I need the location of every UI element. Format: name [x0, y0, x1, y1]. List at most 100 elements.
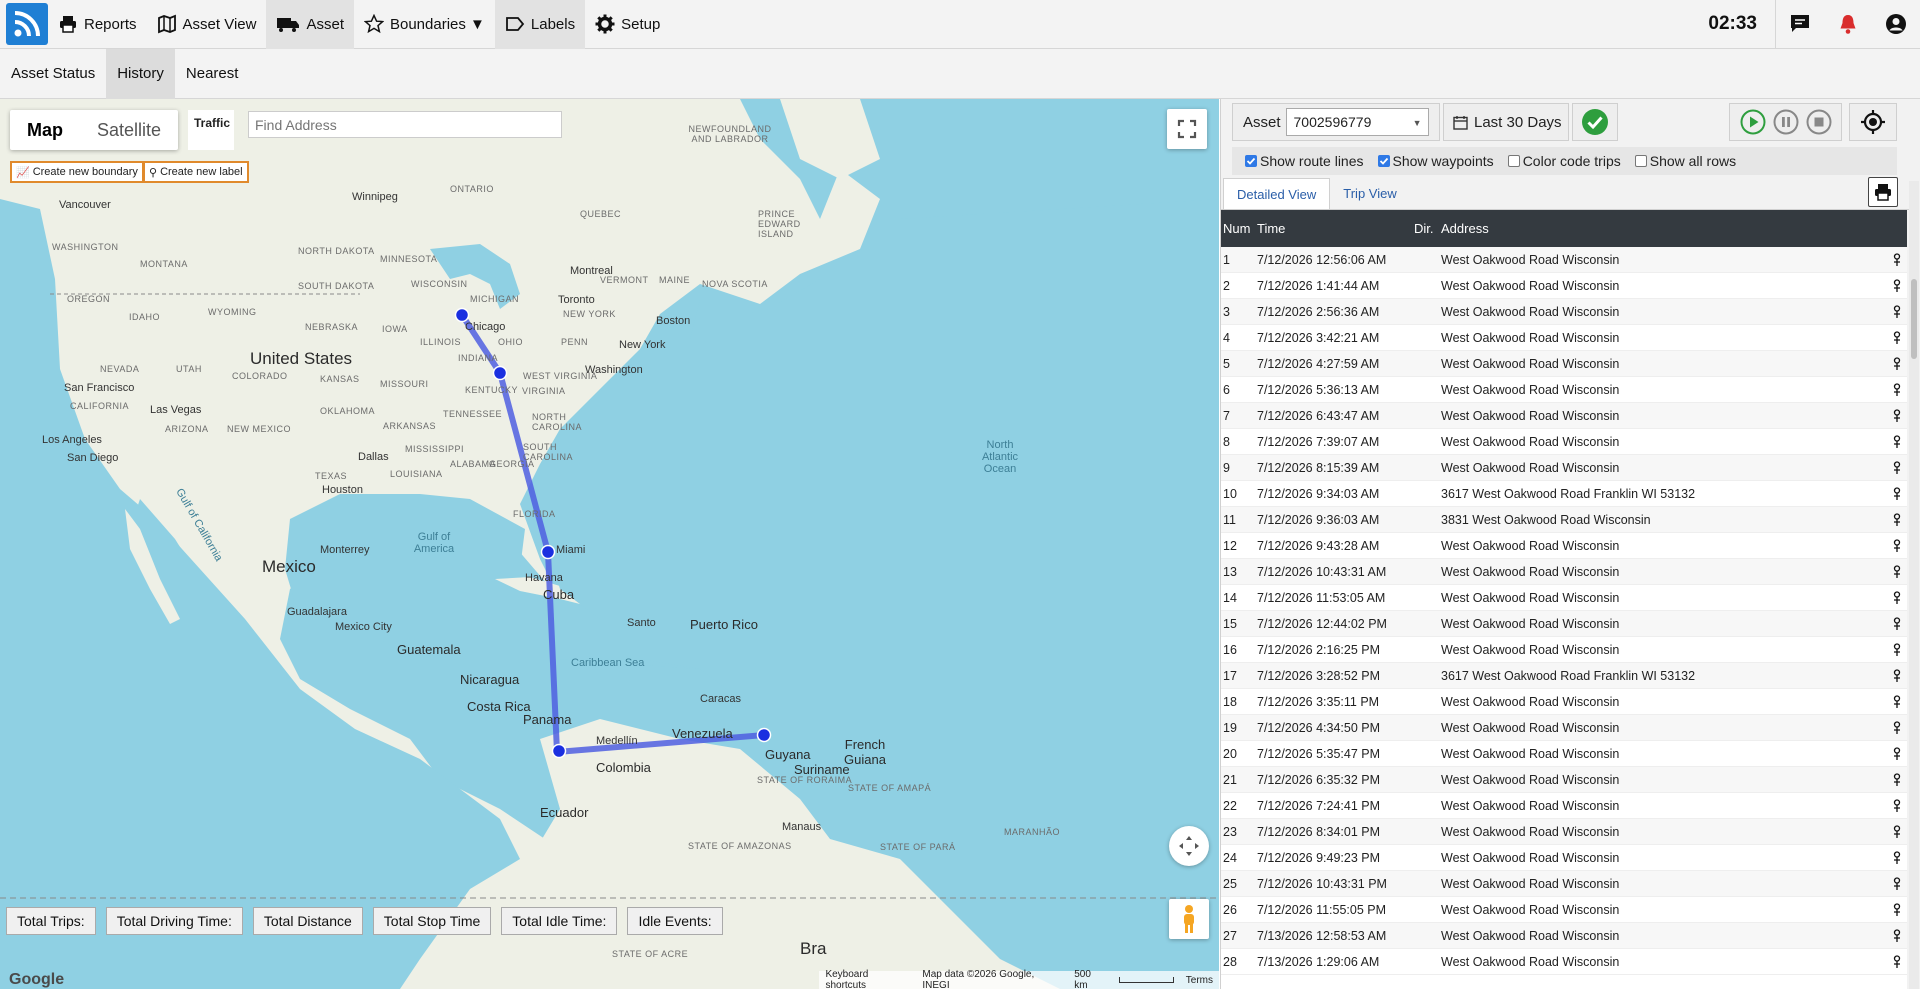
table-row[interactable]: 18 7/12/2026 3:35:11 PM West Oakwood Road …: [1221, 689, 1907, 715]
table-row[interactable]: 11 7/12/2026 9:36:03 AM 3831 West Oakwood …: [1221, 507, 1907, 533]
table-row[interactable]: 2 7/12/2026 1:41:44 AM West Oakwood Road W…: [1221, 273, 1907, 299]
col-dir[interactable]: Dir.: [1414, 221, 1441, 236]
nav-reports[interactable]: Reports: [48, 0, 147, 49]
label-pin-icon[interactable]: [1887, 876, 1907, 891]
table-row[interactable]: 5 7/12/2026 4:27:59 AM West Oakwood Road W…: [1221, 351, 1907, 377]
label-pin-icon[interactable]: [1887, 252, 1907, 267]
map-type-map-button[interactable]: Map: [10, 110, 80, 150]
color-code-trips-checkbox[interactable]: Color code trips: [1507, 153, 1621, 169]
scrollbar-thumb[interactable]: [1911, 279, 1917, 359]
table-row[interactable]: 3 7/12/2026 2:56:36 AM West Oakwood Road W…: [1221, 299, 1907, 325]
label-pin-icon[interactable]: [1887, 512, 1907, 527]
table-row[interactable]: 16 7/12/2026 2:16:25 PM West Oakwood Road …: [1221, 637, 1907, 663]
label-pin-icon[interactable]: [1887, 746, 1907, 761]
col-address[interactable]: Address: [1441, 221, 1887, 236]
label-pin-icon[interactable]: [1887, 538, 1907, 553]
waypoint-marker[interactable]: [540, 544, 556, 560]
nav-labels[interactable]: Labels: [494, 0, 586, 49]
table-row[interactable]: 25 7/12/2026 10:43:31 PM West Oakwood Road…: [1221, 871, 1907, 897]
table-row[interactable]: 22 7/12/2026 7:24:41 PM West Oakwood Road …: [1221, 793, 1907, 819]
col-num[interactable]: Num: [1221, 221, 1257, 236]
table-row[interactable]: 7 7/12/2026 6:43:47 AM West Oakwood Road W…: [1221, 403, 1907, 429]
label-pin-icon[interactable]: [1887, 616, 1907, 631]
table-scrollbar[interactable]: [1909, 181, 1919, 989]
table-row[interactable]: 19 7/12/2026 4:34:50 PM West Oakwood Road …: [1221, 715, 1907, 741]
tab-nearest[interactable]: Nearest: [175, 49, 250, 99]
date-range-button[interactable]: Last 30 Days: [1443, 103, 1569, 141]
table-row[interactable]: 28 7/13/2026 1:29:06 AM West Oakwood Road …: [1221, 949, 1907, 975]
tab-detailed-view[interactable]: Detailed View: [1223, 178, 1331, 209]
label-pin-icon[interactable]: [1887, 382, 1907, 397]
label-pin-icon[interactable]: [1887, 304, 1907, 319]
nav-setup[interactable]: Setup: [585, 0, 670, 49]
label-pin-icon[interactable]: [1887, 902, 1907, 917]
label-pin-icon[interactable]: [1887, 824, 1907, 839]
find-address-input[interactable]: [248, 111, 562, 138]
table-row[interactable]: 8 7/12/2026 7:39:07 AM West Oakwood Road W…: [1221, 429, 1907, 455]
tab-asset-status[interactable]: Asset Status: [0, 49, 106, 99]
label-pin-icon[interactable]: [1887, 460, 1907, 475]
waypoint-marker[interactable]: [756, 727, 772, 743]
locate-button[interactable]: [1849, 103, 1897, 141]
show-waypoints-checkbox[interactable]: Show waypoints: [1377, 153, 1494, 169]
nav-asset-view[interactable]: Asset View: [147, 0, 267, 49]
label-pin-icon[interactable]: [1887, 720, 1907, 735]
tab-history[interactable]: History: [106, 48, 175, 99]
show-all-rows-checkbox[interactable]: Show all rows: [1634, 153, 1736, 169]
terms-link[interactable]: Terms: [1186, 975, 1213, 986]
messages-button[interactable]: [1776, 0, 1824, 49]
app-logo[interactable]: [6, 3, 48, 45]
street-view-pegman[interactable]: [1169, 899, 1209, 939]
traffic-toggle[interactable]: Traffic: [188, 110, 234, 150]
nav-asset[interactable]: Asset: [266, 0, 354, 49]
label-pin-icon[interactable]: [1887, 486, 1907, 501]
label-pin-icon[interactable]: [1887, 928, 1907, 943]
label-pin-icon[interactable]: [1887, 642, 1907, 657]
create-boundary-button[interactable]: 📈 Create new boundary: [10, 161, 144, 183]
table-row[interactable]: 14 7/12/2026 11:53:05 AM West Oakwood Road…: [1221, 585, 1907, 611]
table-row[interactable]: 12 7/12/2026 9:43:28 AM West Oakwood Road …: [1221, 533, 1907, 559]
show-route-lines-checkbox[interactable]: Show route lines: [1245, 153, 1364, 169]
nav-boundaries[interactable]: Boundaries ▼: [354, 0, 495, 49]
table-row[interactable]: 20 7/12/2026 5:35:47 PM West Oakwood Road …: [1221, 741, 1907, 767]
table-row[interactable]: 27 7/13/2026 12:58:53 AM West Oakwood Road…: [1221, 923, 1907, 949]
label-pin-icon[interactable]: [1887, 668, 1907, 683]
label-pin-icon[interactable]: [1887, 590, 1907, 605]
waypoint-marker[interactable]: [551, 743, 567, 759]
label-pin-icon[interactable]: [1887, 408, 1907, 423]
label-pin-icon[interactable]: [1887, 330, 1907, 345]
map-canvas[interactable]: Winnipeg Vancouver WASHINGTON MONTANA NO…: [0, 99, 1219, 989]
apply-button[interactable]: [1572, 103, 1618, 141]
create-label-button[interactable]: ⚲ Create new label: [143, 161, 249, 183]
table-row[interactable]: 26 7/12/2026 11:55:05 PM West Oakwood Road…: [1221, 897, 1907, 923]
play-icon[interactable]: [1740, 109, 1766, 135]
label-pin-icon[interactable]: [1887, 434, 1907, 449]
map-type-satellite-button[interactable]: Satellite: [80, 110, 178, 150]
tab-trip-view[interactable]: Trip View: [1330, 178, 1409, 209]
table-row[interactable]: 15 7/12/2026 12:44:02 PM West Oakwood Road…: [1221, 611, 1907, 637]
fullscreen-button[interactable]: [1167, 109, 1207, 149]
waypoint-marker[interactable]: [492, 365, 508, 381]
table-row[interactable]: 6 7/12/2026 5:36:13 AM West Oakwood Road W…: [1221, 377, 1907, 403]
label-pin-icon[interactable]: [1887, 772, 1907, 787]
label-pin-icon[interactable]: [1887, 850, 1907, 865]
label-pin-icon[interactable]: [1887, 564, 1907, 579]
table-row[interactable]: 24 7/12/2026 9:49:23 PM West Oakwood Road …: [1221, 845, 1907, 871]
label-pin-icon[interactable]: [1887, 356, 1907, 371]
col-time[interactable]: Time: [1257, 221, 1414, 236]
map-pan-control[interactable]: [1169, 826, 1209, 866]
label-pin-icon[interactable]: [1887, 954, 1907, 969]
table-row[interactable]: 4 7/12/2026 3:42:21 AM West Oakwood Road W…: [1221, 325, 1907, 351]
keyboard-shortcuts-link[interactable]: Keyboard shortcuts: [825, 969, 910, 989]
label-pin-icon[interactable]: [1887, 694, 1907, 709]
table-row[interactable]: 21 7/12/2026 6:35:32 PM West Oakwood Road …: [1221, 767, 1907, 793]
waypoint-marker[interactable]: [454, 307, 470, 323]
table-row[interactable]: 10 7/12/2026 9:34:03 AM 3617 West Oakwood …: [1221, 481, 1907, 507]
notifications-button[interactable]: [1824, 0, 1872, 49]
map-scale[interactable]: 500 km: [1074, 969, 1106, 989]
label-pin-icon[interactable]: [1887, 278, 1907, 293]
table-row[interactable]: 23 7/12/2026 8:34:01 PM West Oakwood Road …: [1221, 819, 1907, 845]
asset-dropdown[interactable]: 7002596779 ▼: [1285, 108, 1429, 136]
print-button[interactable]: [1868, 177, 1898, 207]
account-button[interactable]: [1872, 0, 1920, 49]
